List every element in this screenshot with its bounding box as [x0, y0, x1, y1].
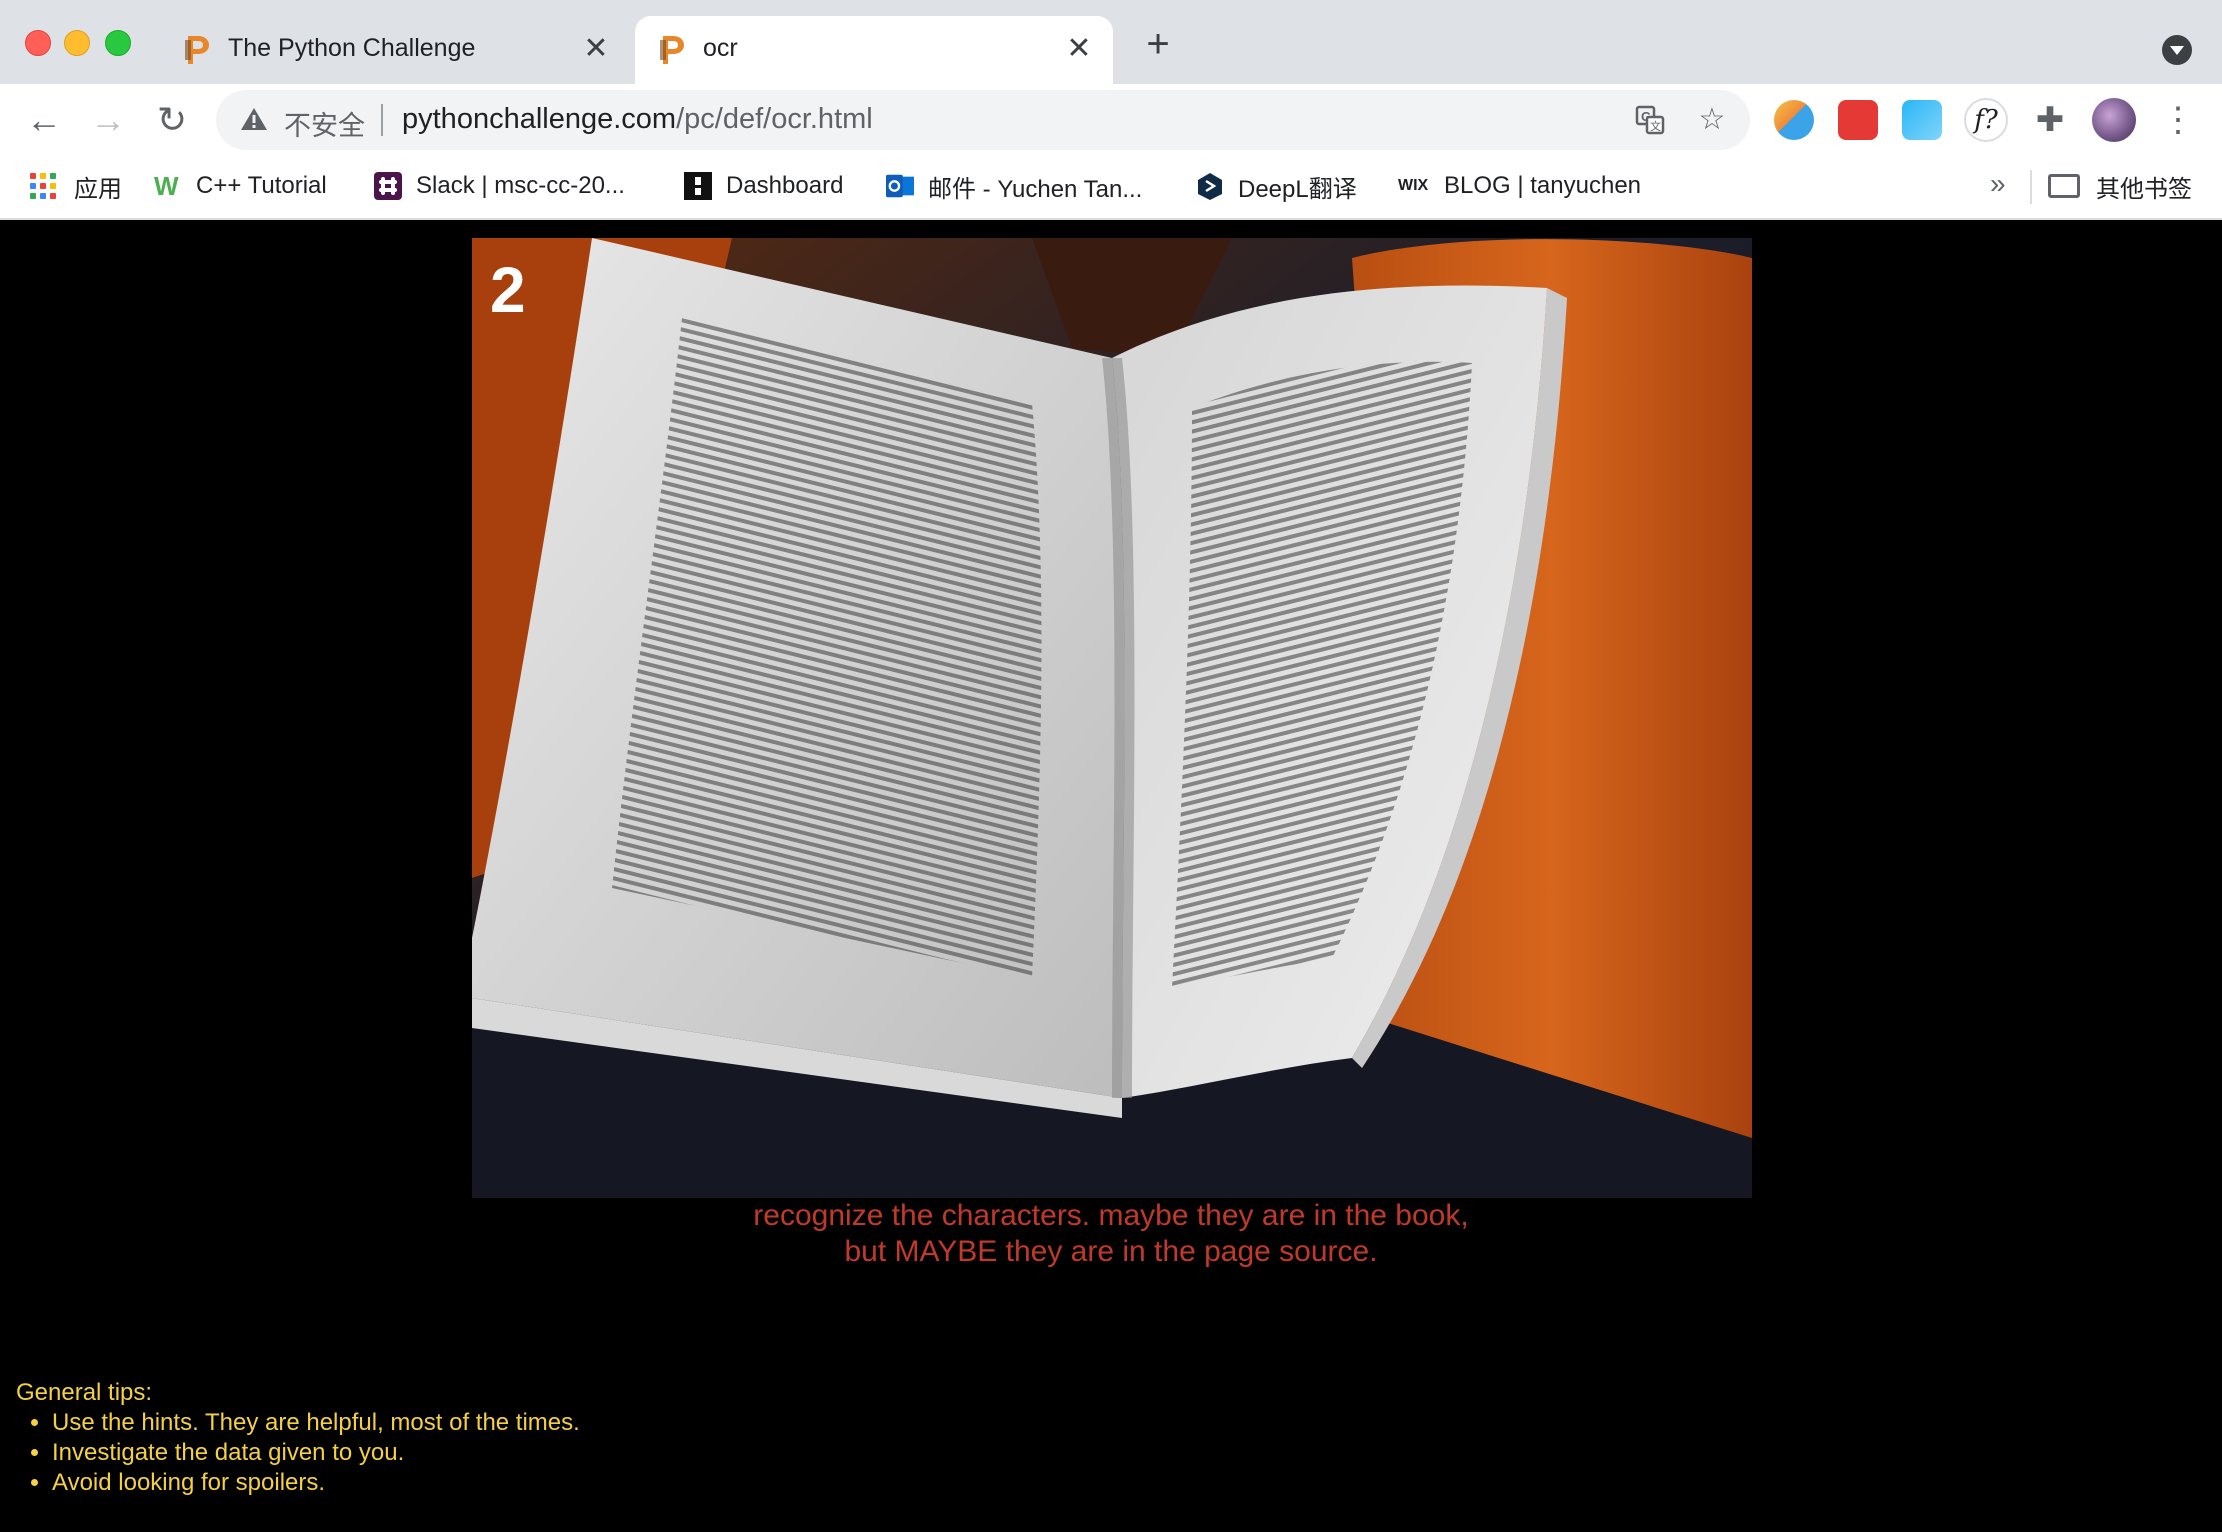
browser-window: The Python Challenge ✕ ocr ✕ + ← → ↻ 不安全 — [0, 0, 2222, 1532]
slack-icon — [374, 172, 402, 200]
bookmark-apps[interactable]: 应用 — [30, 166, 122, 206]
tab-strip: The Python Challenge ✕ ocr ✕ + — [0, 0, 2222, 84]
bookmark-label: DeepL翻译 — [1238, 175, 1357, 203]
bookmark-cpp-tutorial[interactable]: W C++ Tutorial — [154, 166, 327, 206]
menu-kebab-icon[interactable]: ⋮ — [2160, 100, 2196, 140]
bookmark-outlook[interactable]: 邮件 - Yuchen Tan... — [886, 166, 1142, 206]
translate-icon[interactable]: G 文 — [1634, 104, 1666, 136]
url-path: /pc/def/ocr.html — [676, 103, 873, 135]
wix-icon: WIX — [1398, 177, 1429, 194]
bookmark-star-icon[interactable]: ☆ — [1696, 104, 1728, 136]
general-tips: General tips: Use the hints. They are he… — [16, 1378, 580, 1498]
hint-caption: recognize the characters. maybe they are… — [0, 1198, 2222, 1270]
python-challenge-favicon-icon — [185, 36, 209, 64]
other-bookmarks-label: 其他书签 — [2096, 175, 2192, 203]
folder-icon — [2048, 174, 2080, 198]
reload-button[interactable]: ↻ — [150, 98, 194, 142]
tab-python-challenge[interactable]: The Python Challenge ✕ — [160, 16, 630, 84]
tab-title: ocr — [703, 34, 738, 62]
bookmark-label: BLOG | tanyuchen — [1444, 172, 1642, 199]
tips-list: Use the hints. They are helpful, most of… — [16, 1408, 580, 1498]
deepl-icon — [1198, 173, 1222, 200]
tab-search-icon[interactable] — [2162, 35, 2192, 65]
bookmarks-overflow-button[interactable]: » — [1990, 168, 2006, 200]
extension-1-icon[interactable] — [1774, 100, 1814, 140]
bookmark-label: 邮件 - Yuchen Tan... — [928, 175, 1143, 203]
list-item: Use the hints. They are helpful, most of… — [52, 1408, 580, 1438]
python-challenge-favicon-icon — [660, 36, 684, 64]
close-window-button[interactable] — [25, 30, 51, 56]
address-bar[interactable]: 不安全 pythonchallenge.com/pc/def/ocr.html … — [216, 90, 1750, 150]
extension-3-icon[interactable] — [1902, 100, 1942, 140]
bookmark-dashboard[interactable]: Dashboard — [684, 166, 843, 206]
bookmark-label: Slack | msc-cc-20... — [416, 172, 625, 199]
tab-ocr[interactable]: ocr ✕ — [635, 16, 1113, 84]
extension-mendeley-icon[interactable] — [1838, 100, 1878, 140]
minimize-window-button[interactable] — [64, 30, 90, 56]
extensions-puzzle-icon[interactable]: ✚ — [2030, 100, 2070, 140]
list-item: Investigate the data given to you. — [52, 1438, 580, 1468]
image-number: 2 — [490, 254, 526, 326]
apps-grid-icon — [30, 173, 56, 199]
other-bookmarks-folder[interactable]: 其他书签 — [2048, 166, 2192, 206]
new-tab-button[interactable]: + — [1140, 24, 1176, 64]
bookmark-blog[interactable]: WIX BLOG | tanyuchen — [1398, 166, 1641, 206]
bookmark-slack[interactable]: Slack | msc-cc-20... — [374, 166, 625, 206]
outlook-icon — [886, 174, 914, 198]
back-button[interactable]: ← — [22, 98, 66, 142]
w3schools-icon: W — [154, 171, 179, 201]
profile-avatar[interactable] — [2092, 98, 2136, 142]
zoom-window-button[interactable] — [105, 30, 131, 56]
toolbar: ← → ↻ 不安全 pythonchallenge.com/pc/def/ocr… — [0, 84, 2222, 156]
bookmark-label: Dashboard — [726, 172, 844, 199]
close-tab-icon[interactable]: ✕ — [1063, 33, 1095, 65]
url-host: pythonchallenge.com — [402, 103, 677, 135]
tips-title: General tips: — [16, 1379, 153, 1406]
extension-f-icon[interactable]: f? — [1964, 98, 2008, 142]
svg-text:文: 文 — [1650, 119, 1661, 133]
close-tab-icon[interactable]: ✕ — [580, 33, 612, 65]
security-status[interactable]: 不安全 — [284, 104, 365, 143]
forward-button[interactable]: → — [86, 98, 130, 142]
caption-line-2: but MAYBE they are in the page source. — [844, 1235, 1378, 1268]
dashboard-icon — [684, 172, 712, 200]
address-separator — [381, 104, 383, 136]
tab-title: The Python Challenge — [228, 34, 476, 62]
bookmark-deepl[interactable]: DeepL翻译 — [1196, 166, 1357, 206]
bookmark-label: 应用 — [74, 175, 122, 203]
page-content: 2 recognize the characters. maybe they a… — [0, 220, 2222, 1532]
caption-line-1: recognize the characters. maybe they are… — [753, 1199, 1469, 1232]
book-photo: 2 — [472, 238, 1752, 1198]
bookmarks-bar: 应用 W C++ Tutorial Slack | msc-cc-20... D… — [0, 156, 2222, 220]
bookmarks-separator — [2030, 170, 2032, 204]
warning-icon[interactable] — [240, 106, 268, 132]
url-text[interactable]: pythonchallenge.com/pc/def/ocr.html — [402, 103, 873, 136]
bookmark-label: C++ Tutorial — [196, 172, 327, 199]
list-item: Avoid looking for spoilers. — [52, 1468, 580, 1498]
